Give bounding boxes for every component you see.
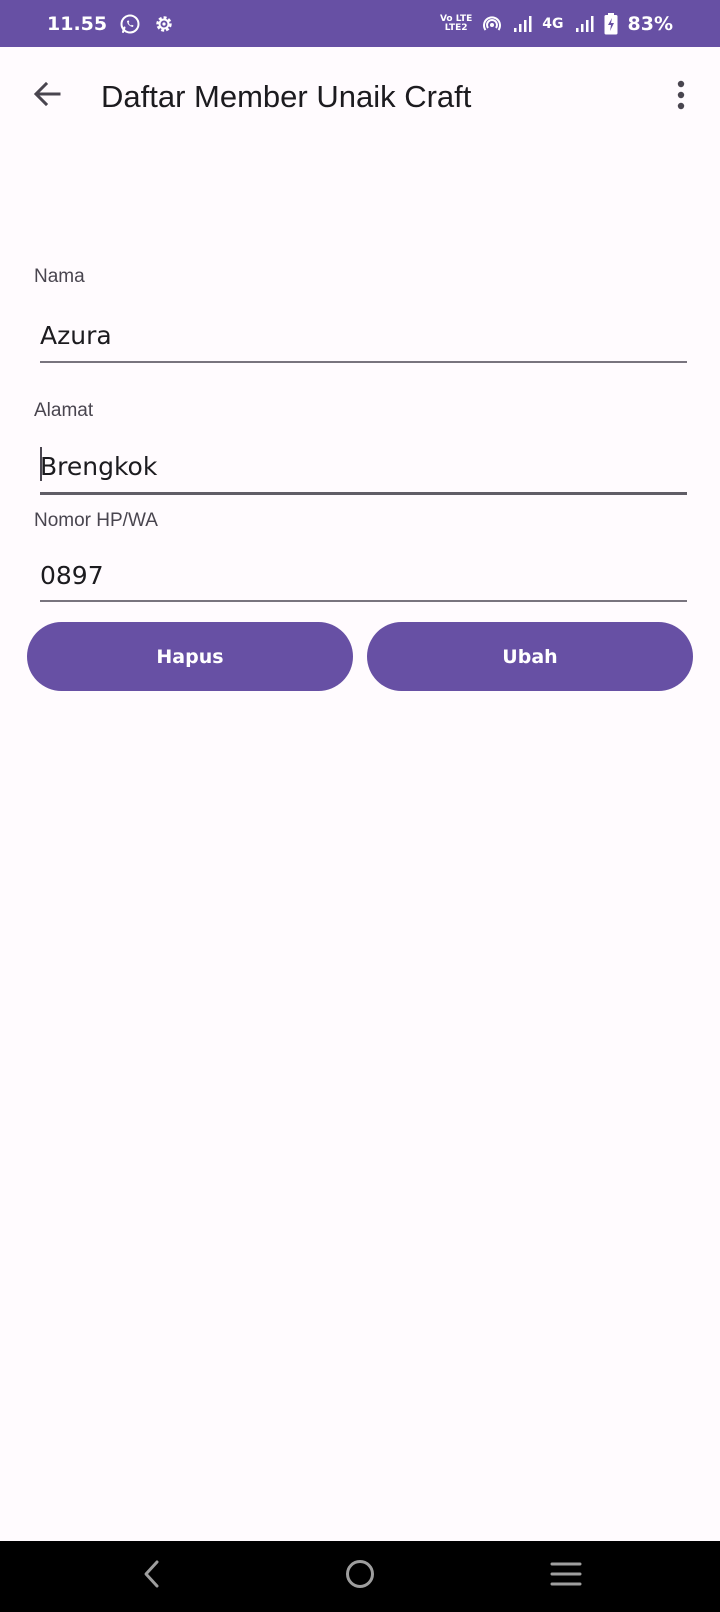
nomor-label: Nomor HP/WA [34,510,158,531]
hapus-button[interactable]: Hapus [27,622,353,691]
nav-home-button[interactable] [335,1553,385,1599]
network-type: 4G [542,15,564,32]
text-cursor [40,447,42,481]
nomor-underline [40,600,687,602]
nav-home-icon [344,1558,376,1595]
app-bar: Daftar Member Unaik Craft [0,47,720,155]
nav-back-button[interactable] [127,1553,177,1599]
alamat-input[interactable] [40,446,687,486]
page-title: Daftar Member Unaik Craft [101,79,472,114]
battery-charging-icon [604,12,618,35]
nav-back-icon [140,1559,164,1594]
nama-underline [40,361,687,363]
more-options-button[interactable] [663,73,699,121]
nomor-field: Nomor HP/WA [34,510,687,604]
status-left: 11.55 [47,13,175,35]
nama-label: Nama [34,266,85,287]
alamat-field: Alamat [34,400,687,496]
navigation-bar [0,1541,720,1612]
status-bar: 11.55 Vo LTE LTE2 4G 83% [0,0,720,47]
nav-recents-icon [550,1561,582,1592]
ubah-button[interactable]: Ubah [367,622,693,691]
signal-icon-2 [574,15,594,33]
nama-input[interactable] [40,315,687,355]
status-time: 11.55 [47,12,108,35]
arrow-back-icon [31,78,63,115]
alamat-label: Alamat [34,400,94,421]
alamat-underline [40,492,687,495]
hotspot-icon [482,14,502,34]
more-vert-icon [676,80,686,115]
nomor-input[interactable] [40,555,687,595]
nav-recents-button[interactable] [541,1553,591,1599]
whatsapp-icon [119,13,141,35]
status-right: Vo LTE LTE2 4G 83% [440,12,673,35]
volte-bottom-label: LTE2 [444,22,468,33]
back-button[interactable] [26,75,68,117]
gear-icon [153,13,175,35]
volte-indicator: Vo LTE LTE2 [440,14,472,33]
battery-level: 83% [627,12,673,35]
nama-field: Nama [34,266,687,366]
signal-icon [512,15,532,33]
